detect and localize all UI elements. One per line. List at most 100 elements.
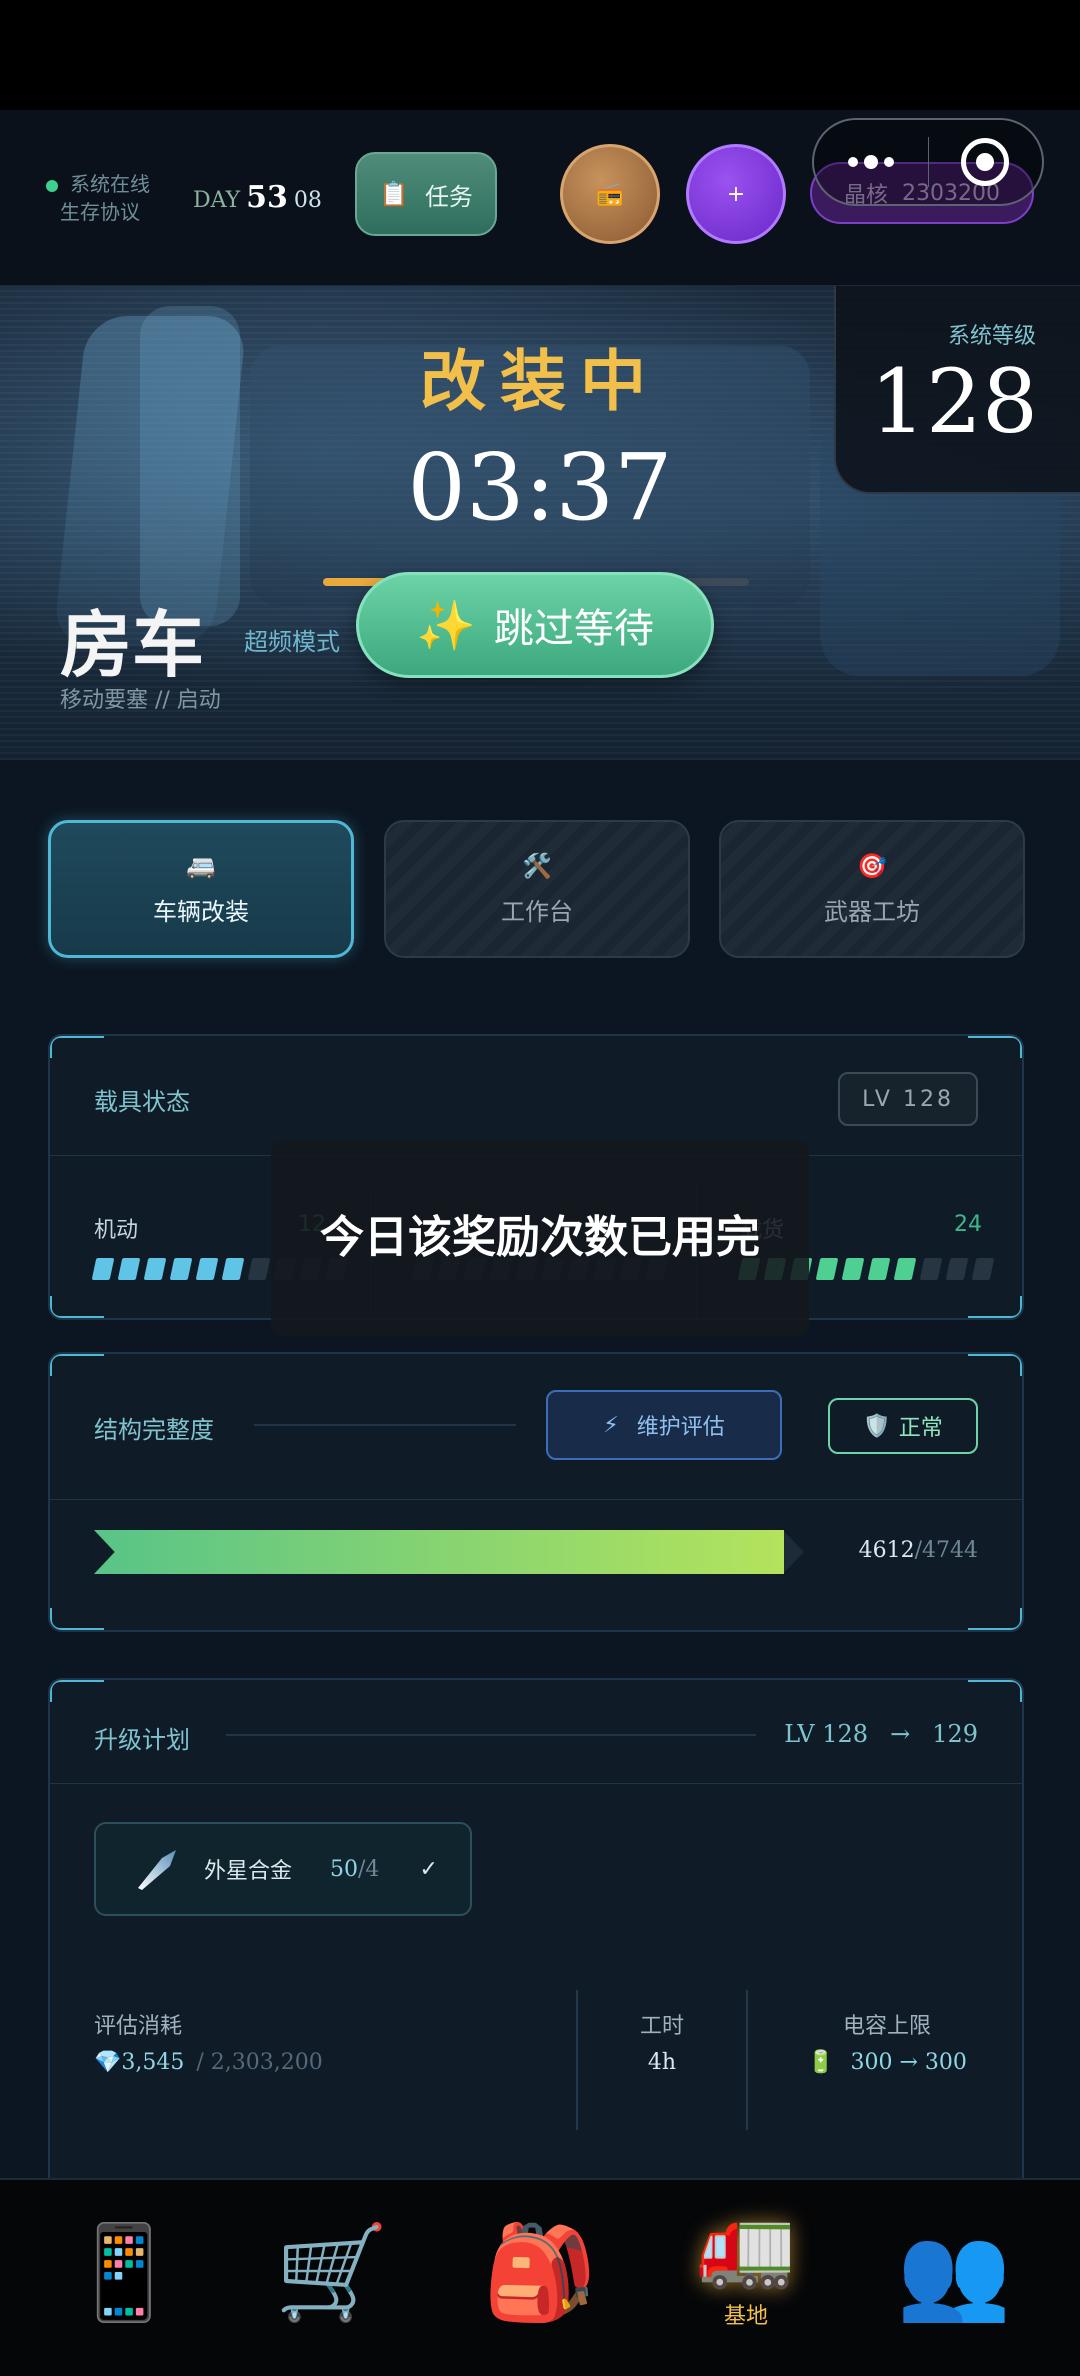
arrow-right-icon: → — [890, 1720, 911, 1748]
day-sub: 08 — [293, 188, 322, 213]
nav-backpack[interactable]: 🎒 — [470, 2218, 610, 2358]
tab-weapon-workshop[interactable]: 🎯 武器工坊 — [719, 820, 1025, 958]
status-label: 正常 — [898, 1416, 943, 1441]
upgrade-plan-panel: 升级计划 LV 128 → 129 外星合金 50/4 ✓ 评估消耗 💎3,545 /… — [48, 1678, 1024, 2198]
capacity-label: 电容上限 — [842, 2014, 931, 2039]
mode-label: 超频模式 — [244, 628, 340, 656]
target-icon — [961, 138, 1010, 186]
sparkle-icon: ✨ — [416, 597, 476, 654]
lightning-icon: ⚡ — [603, 1412, 619, 1438]
more-button[interactable] — [814, 120, 928, 204]
material-name: 外星合金 — [204, 1859, 293, 1884]
tab-vehicle-mod[interactable]: 🚐 车辆改装 — [48, 820, 354, 958]
toast-message: 今日该奖励次数已用完 — [271, 1140, 809, 1336]
cart-icon: 🛒 — [274, 2219, 390, 2326]
vehicle-subtitle: 移动要塞 // 启动 — [60, 688, 221, 713]
people-icon: 👥 — [896, 2219, 1012, 2326]
nav-team[interactable]: 👥 — [884, 2218, 1024, 2358]
clipboard-icon: 📋 — [379, 180, 409, 208]
top-bar: 系统在线 生存协议 DAY 53 08 📋 任务 📻 + 晶核 2303200 — [0, 110, 1080, 286]
tab-label: 车辆改装 — [153, 897, 249, 926]
more-dots-icon — [847, 155, 894, 169]
system-level-value: 128 — [870, 350, 1038, 453]
protocol-label: 生存协议 — [60, 200, 140, 224]
stat-segment — [117, 1258, 141, 1280]
close-miniprogram-button[interactable] — [929, 120, 1043, 204]
cost-value: 💎3,545 / 2,303,200 — [94, 2050, 323, 2075]
tab-workbench[interactable]: 🛠️ 工作台 — [384, 820, 690, 958]
plus-icon: + — [726, 181, 746, 207]
check-icon: ✓ — [419, 1856, 438, 1882]
status-online-label: 系统在线 — [70, 172, 150, 196]
online-dot-icon — [46, 179, 58, 192]
backpack-icon: 🎒 — [482, 2219, 598, 2326]
stat-segment — [169, 1258, 193, 1280]
maintenance-label: 维护评估 — [636, 1415, 725, 1440]
integrity-value: 4612/4744 — [858, 1538, 978, 1563]
skip-wait-label: 跳过等待 — [493, 606, 654, 652]
system-level-card: 系统等级 128 — [834, 286, 1080, 494]
tools-icon: 🛠️ — [522, 851, 552, 880]
shield-icon: 🛡️ — [863, 1413, 891, 1439]
day-counter: DAY 53 08 — [193, 180, 322, 215]
to-level: 129 — [932, 1720, 978, 1748]
cost-max: / 2,303,200 — [196, 2050, 323, 2075]
alien-alloy-icon — [138, 1850, 176, 1890]
capacity-value: 🔋 300 → 300 — [748, 2050, 1022, 2075]
day-label: DAY — [193, 188, 241, 213]
stat-segment — [919, 1258, 943, 1280]
stat-name: 机动 — [94, 1218, 139, 1243]
tab-label: 工作台 — [501, 897, 573, 926]
cost-amount: 3,545 — [121, 2050, 185, 2075]
panel-title: 升级计划 — [94, 1726, 190, 1754]
stat-segment — [867, 1258, 891, 1280]
stat-segment — [247, 1258, 271, 1280]
tab-label: 武器工坊 — [824, 897, 920, 926]
stat-segment — [893, 1258, 917, 1280]
diamond-icon: 💎 — [94, 2050, 122, 2075]
integrity-current: 4612 — [858, 1538, 915, 1563]
nav-base-label: 基地 — [723, 2304, 768, 2329]
task-label: 任务 — [424, 182, 473, 211]
phone-icon: 📱 — [66, 2219, 182, 2326]
battery-icon: 🔋 — [807, 2050, 835, 2075]
task-button[interactable]: 📋 任务 — [355, 152, 497, 236]
radio-button[interactable]: 📻 — [560, 144, 660, 244]
nav-phone[interactable]: 📱 — [54, 2218, 194, 2358]
stat-segment — [971, 1258, 995, 1280]
material-card[interactable]: 外星合金 50/4 ✓ — [94, 1822, 472, 1916]
truck-icon: 🚛 — [696, 2199, 796, 2292]
stat-segment — [945, 1258, 969, 1280]
stat-value: 24 — [954, 1212, 982, 1237]
skip-wait-button[interactable]: ✨ 跳过等待 — [356, 572, 714, 678]
maintenance-eval-button[interactable]: ⚡ 维护评估 — [546, 1390, 782, 1460]
stat-segment — [841, 1258, 865, 1280]
panel-title: 载具状态 — [94, 1088, 190, 1116]
stat-segment — [221, 1258, 245, 1280]
integrity-panel: 结构完整度 ⚡ 维护评估 🛡️ 正常 4612/4744 — [48, 1352, 1024, 1632]
level-tag: LV 128 — [838, 1072, 978, 1126]
system-level-label: 系统等级 — [947, 324, 1036, 349]
capacity-amount: 300 → 300 — [850, 2050, 967, 2075]
add-button[interactable]: + — [686, 144, 786, 244]
stat-segment — [91, 1258, 115, 1280]
radio-icon: 📻 — [596, 181, 624, 207]
stat-segment — [195, 1258, 219, 1280]
nav-shop[interactable]: 🛒 — [262, 2218, 402, 2358]
material-need: /4 — [358, 1856, 380, 1882]
toast-text: 今日该奖励次数已用完 — [320, 1212, 760, 1263]
integrity-bar — [94, 1530, 804, 1574]
time-label: 工时 — [639, 2014, 684, 2039]
time-value: 4h — [647, 2050, 677, 2075]
level-range: LV 128 → 129 — [784, 1720, 978, 1748]
from-level: LV 128 — [784, 1720, 869, 1748]
target-icon: 🎯 — [857, 851, 887, 880]
bottom-nav: 📱 🛒 🎒 🚛 基地 👥 — [0, 2178, 1080, 2376]
stat-segment — [815, 1258, 839, 1280]
miniprogram-capsule — [812, 118, 1044, 206]
nav-base[interactable]: 🚛 基地 — [676, 2198, 816, 2338]
material-have: 50 — [330, 1856, 359, 1882]
integrity-bar-fill — [94, 1530, 785, 1574]
system-status: 系统在线 生存协议 — [46, 170, 150, 226]
van-icon: 🚐 — [186, 851, 216, 880]
